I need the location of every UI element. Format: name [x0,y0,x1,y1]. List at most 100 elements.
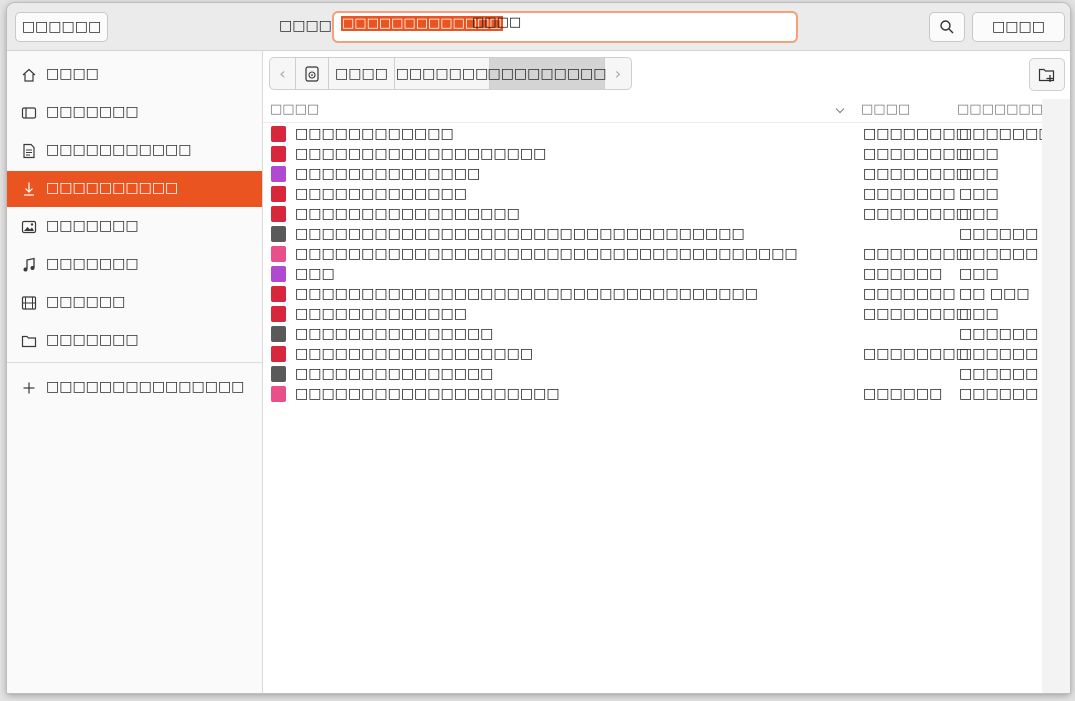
file-size: □□□□□□□□ [863,306,969,322]
sidebar-item-desktop[interactable]: □□□□□□□ [7,95,262,131]
sidebar-item-label: □□□□ [46,66,99,82]
open-button[interactable]: □□□□ [972,12,1065,42]
file-row[interactable]: □□□□□□□□□□□□□□□□□□□□□□□□□□□□□□□□□□ □□□□□□ [263,224,1042,244]
scrollbar-track[interactable] [1042,99,1070,693]
file-row[interactable]: □□□□□□□□□□□□□□□□□□□□□□□□□□□□□□□□□□□□□□□□… [263,284,1042,304]
file-modified: □□□□□□ [959,246,1039,262]
path-segment[interactable]: □□□□ [329,58,395,89]
file-name: □□□□□□□□□□□□□□□□□□□ [295,146,547,162]
file-row[interactable]: □□□□□□□□□□□□□ □□□□□□□□ □□□ [263,304,1042,324]
file-row[interactable]: □□□□□□□□□□□□□□ □□□□□□□□ □□□ [263,164,1042,184]
file-name: □□□□□□□□□□□□□□□ [295,366,494,382]
home-icon [22,68,36,82]
file-size: □□□□□□□□ [863,206,969,222]
column-header-modified[interactable]: □□□□□□□□ [957,99,1055,121]
file-row[interactable]: □□□□□□□□□□□□□□□□□□□ □□□□□□□□ □□□ [263,144,1042,164]
file-row[interactable]: □□□□□□□□□□□□□□□ □□□□□□ [263,364,1042,384]
file-browser-pane: ‹ □□□□ □□□□□□□ □□□□□□□□□ › □□□□ □□□□ □□□… [263,51,1070,693]
file-name: □□□□□□□□□□□□□□ [295,166,481,182]
file-name: □□□□□□□□□□□□□□□□□□□□□□□□□□□□□□□□□□□ [295,286,758,302]
places-sidebar: □□□□ □□□□□□□ □□□□□□□□□□□ □□□□□□□□□□ □□□□… [7,51,263,693]
file-row[interactable]: □□□□□□□□□□□□ □□□□□□□□ □□□□□□□ [263,124,1052,144]
file-name: □□□□□□□□□□□□□□□□□□□□ [295,386,560,402]
file-row[interactable]: □□□□□□□□□□□□□□□□□□□□□□□□□□□□□□□□ [263,344,1042,364]
file-row[interactable]: □□□□□□□□□□□□□□□□□□□□□□□□□□□□□□□□ [263,384,1042,404]
pdf-file-icon [271,286,286,302]
path-root-button[interactable] [296,58,329,89]
file-modified: □□□□□□□ [959,126,1052,142]
sort-chevron-down-icon[interactable] [835,107,845,115]
folder-icon [271,366,286,382]
file-modified: □□□□□□ [959,326,1039,342]
file-size: □□□□□□□□ [863,166,969,182]
sidebar-item-label: □□□□□□□ [46,332,139,348]
path-segment[interactable]: □□□□□□□ [395,58,490,89]
search-icon [940,20,954,34]
folder-icon [271,326,286,342]
path-scroll-left-button[interactable]: ‹ [270,58,296,89]
pdf-file-icon [271,206,286,222]
disk-icon [305,65,319,82]
path-scroll-right-button[interactable]: › [605,58,631,89]
sidebar-item-label: □□□□□□□□□□□□□□□ [46,379,245,395]
sidebar-item-folder[interactable]: □□□□□□□ [7,323,262,359]
folder-icon [271,226,286,242]
pictures-icon [21,220,37,234]
file-size: □□□□□□□□ [863,146,969,162]
pdf-file-icon [271,126,286,142]
image-file-icon [271,166,286,182]
file-modified: □□□□□□ [959,386,1039,402]
archive-file-icon [271,246,286,262]
sidebar-item-pictures[interactable]: □□□□□□□ [7,209,262,245]
archive-file-icon [271,386,286,402]
sidebar-item-label: □□□□□□ [46,294,126,310]
sidebar-item-label: □□□□□□□ [46,218,139,234]
new-folder-button[interactable] [1029,58,1065,91]
sidebar-item-other-locations[interactable]: □□□□□□□□□□□□□□□ [7,370,262,406]
file-row[interactable]: □□□□□□□□□□□□□□□□□□□□□□□□□□□□□□□□□□□□□□□□… [263,244,1042,264]
column-header-name[interactable]: □□□□ [270,99,319,121]
file-modified: □□□ [959,266,999,282]
file-modified: □□ □□□ [959,286,1030,302]
file-chooser-dialog: □□□□□□ □□□□ □□□□□□□□□□□□□ □□□□ □□□□ □□□□… [7,3,1070,693]
pdf-file-icon [271,146,286,162]
file-name: □□□□□□□□□□□□□□□□□□□□□□□□□□□□□□□□□□ [295,226,745,242]
desktop-icon [21,107,37,119]
file-modified: □□□ [959,306,999,322]
header-divider [263,122,1042,123]
filename-extension-text: □□□□ [472,15,522,30]
file-size: □□□□□□□ [863,186,956,202]
file-list: □□□□ □□□□ □□□□□□□□ □□□□□□□□□□□□ □□□□□□□□ □… [263,99,1055,693]
pdf-file-icon [271,346,286,362]
chevron-left-icon: ‹ [279,64,286,83]
file-modified: □□□□□□ [959,346,1039,362]
sidebar-item-downloads[interactable]: □□□□□□□□□□ [7,171,262,207]
music-icon [23,257,35,272]
pdf-file-icon [271,306,286,322]
new-folder-icon [1038,68,1055,82]
filename-input[interactable]: □□□□□□□□□□□□□ □□□□ [332,11,798,43]
file-row[interactable]: □□□□□□□□□□□□□□□ □□□□□□ [263,324,1042,344]
cancel-button[interactable]: □□□□□□ [15,12,108,42]
image-file-icon [271,266,286,282]
sidebar-item-music[interactable]: □□□□□□□ [7,247,262,283]
file-name: □□□□□□□□□□□□ [295,126,454,142]
videos-icon [21,296,37,310]
search-button[interactable] [929,12,965,42]
sidebar-item-videos[interactable]: □□□□□□ [7,285,262,321]
file-modified: □□□ [959,206,999,222]
sidebar-item-documents[interactable]: □□□□□□□□□□□ [7,133,262,169]
sidebar-separator [7,362,262,363]
downloads-icon [24,182,34,196]
file-modified: □□□ [959,186,999,202]
file-row[interactable]: □□□□□□□□□□□□□□□□□ □□□□□□□□ □□□ [263,204,1042,224]
path-segment-current[interactable]: □□□□□□□□□ [487,58,607,89]
path-bar: ‹ □□□□ □□□□□□□ □□□□□□□□□ › [269,57,632,90]
documents-icon [23,143,35,159]
file-row[interactable]: □□□□□□□□□□□□□ □□□□□□□ □□□ [263,184,1042,204]
file-size: □□□□□□□□ [863,346,969,362]
column-header-size[interactable]: □□□□ [861,99,910,121]
file-row[interactable]: □□□ □□□□□□ □□□ [263,264,1042,284]
file-name: □□□□□□□□□□□□□ [295,306,467,322]
sidebar-item-home[interactable]: □□□□ [7,57,262,93]
